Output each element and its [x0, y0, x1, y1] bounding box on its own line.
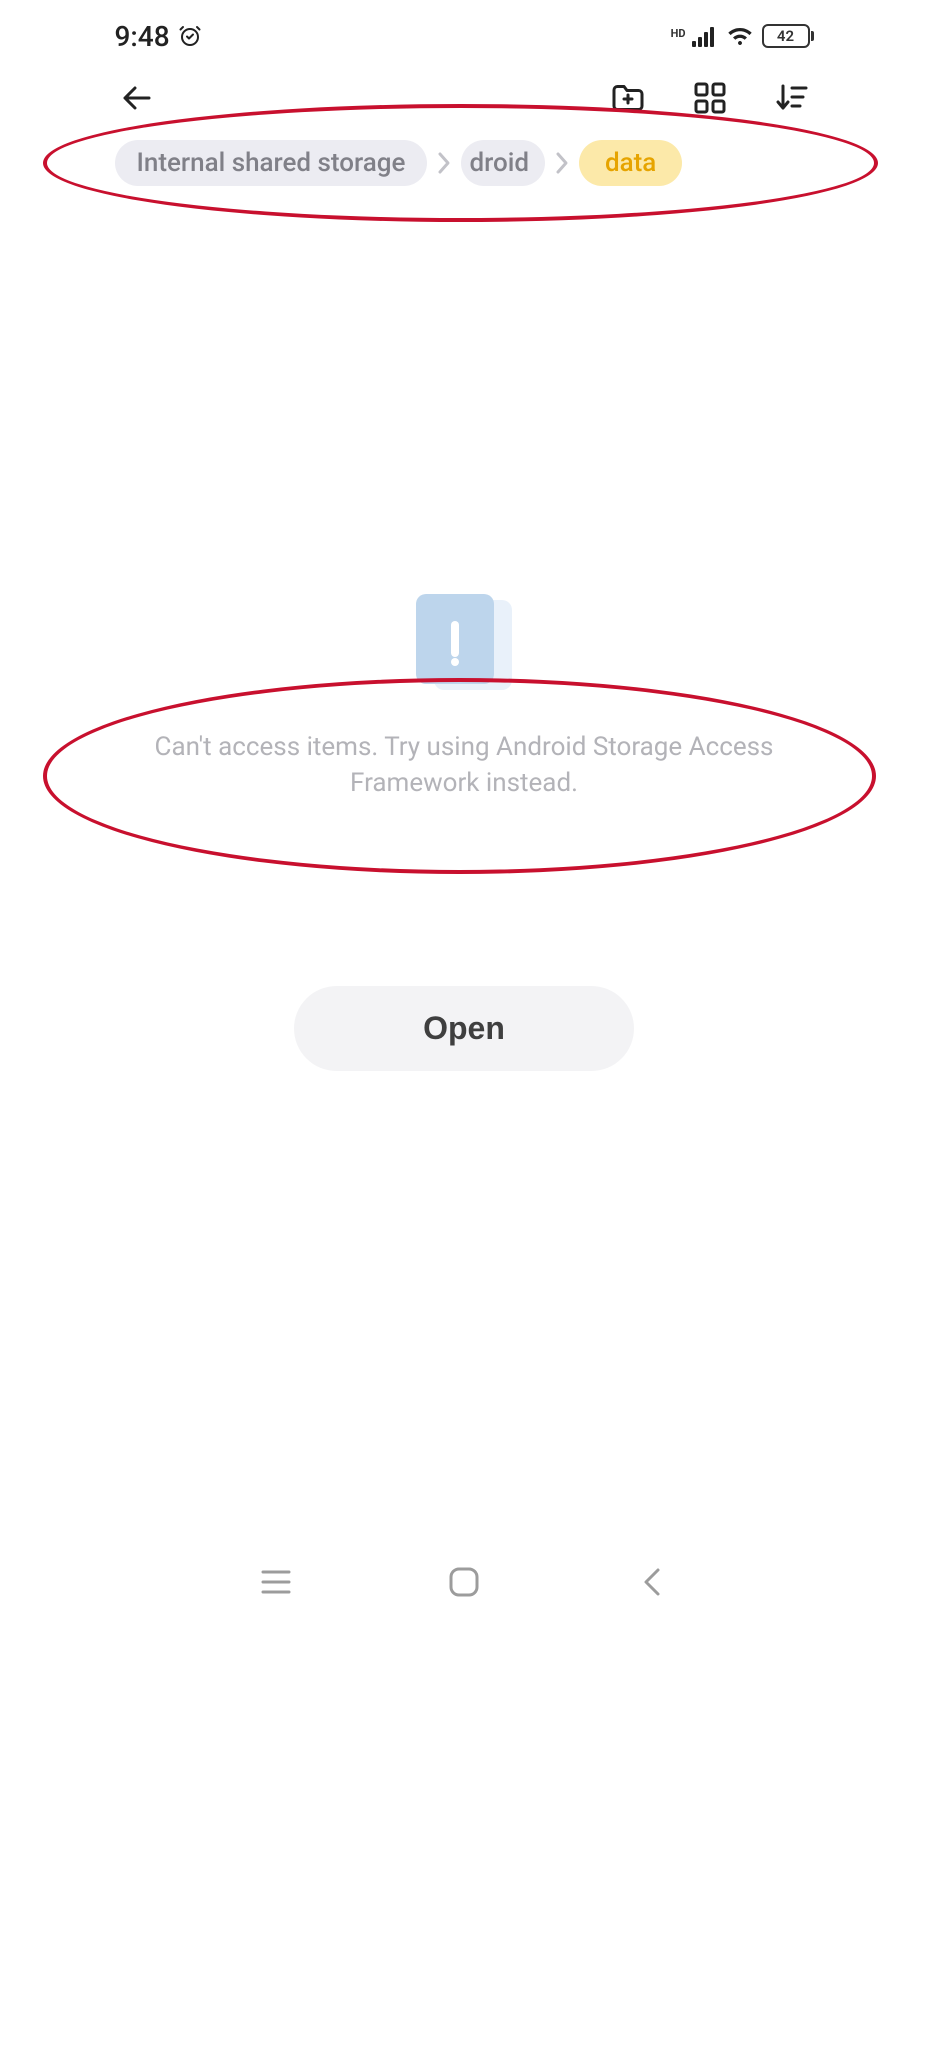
open-button[interactable]: Open [294, 986, 634, 1071]
status-right: HD 42 [671, 24, 814, 48]
new-folder-button[interactable] [608, 78, 648, 118]
home-button[interactable] [442, 1560, 486, 1604]
breadcrumb: Internal shared storage droid data [103, 138, 826, 186]
hd-icon: HD [671, 28, 686, 39]
toolbar [103, 56, 826, 138]
wifi-icon [726, 25, 754, 47]
breadcrumb-item-mid[interactable]: droid [461, 140, 545, 186]
status-left: 9:48 [115, 20, 202, 53]
recents-button[interactable] [254, 1560, 298, 1604]
battery-icon: 42 [762, 24, 814, 48]
back-nav-button[interactable] [630, 1560, 674, 1604]
empty-state-icon [416, 594, 512, 690]
clock-time: 9:48 [115, 20, 170, 53]
status-bar: 9:48 HD [103, 0, 826, 56]
empty-state: Can't access items. Try using Android St… [103, 594, 826, 802]
breadcrumb-item-current[interactable]: data [579, 140, 682, 186]
chevron-right-icon [433, 149, 455, 177]
sort-button[interactable] [772, 78, 812, 118]
breadcrumb-item-root[interactable]: Internal shared storage [115, 140, 428, 186]
system-nav-bar [103, 1560, 826, 1604]
cell-signal-icon [692, 25, 718, 47]
back-button[interactable] [117, 78, 157, 118]
chevron-right-icon [551, 149, 573, 177]
empty-state-message: Can't access items. Try using Android St… [144, 730, 784, 802]
alarm-icon [178, 24, 202, 48]
battery-pct: 42 [777, 27, 794, 45]
grid-view-button[interactable] [690, 78, 730, 118]
